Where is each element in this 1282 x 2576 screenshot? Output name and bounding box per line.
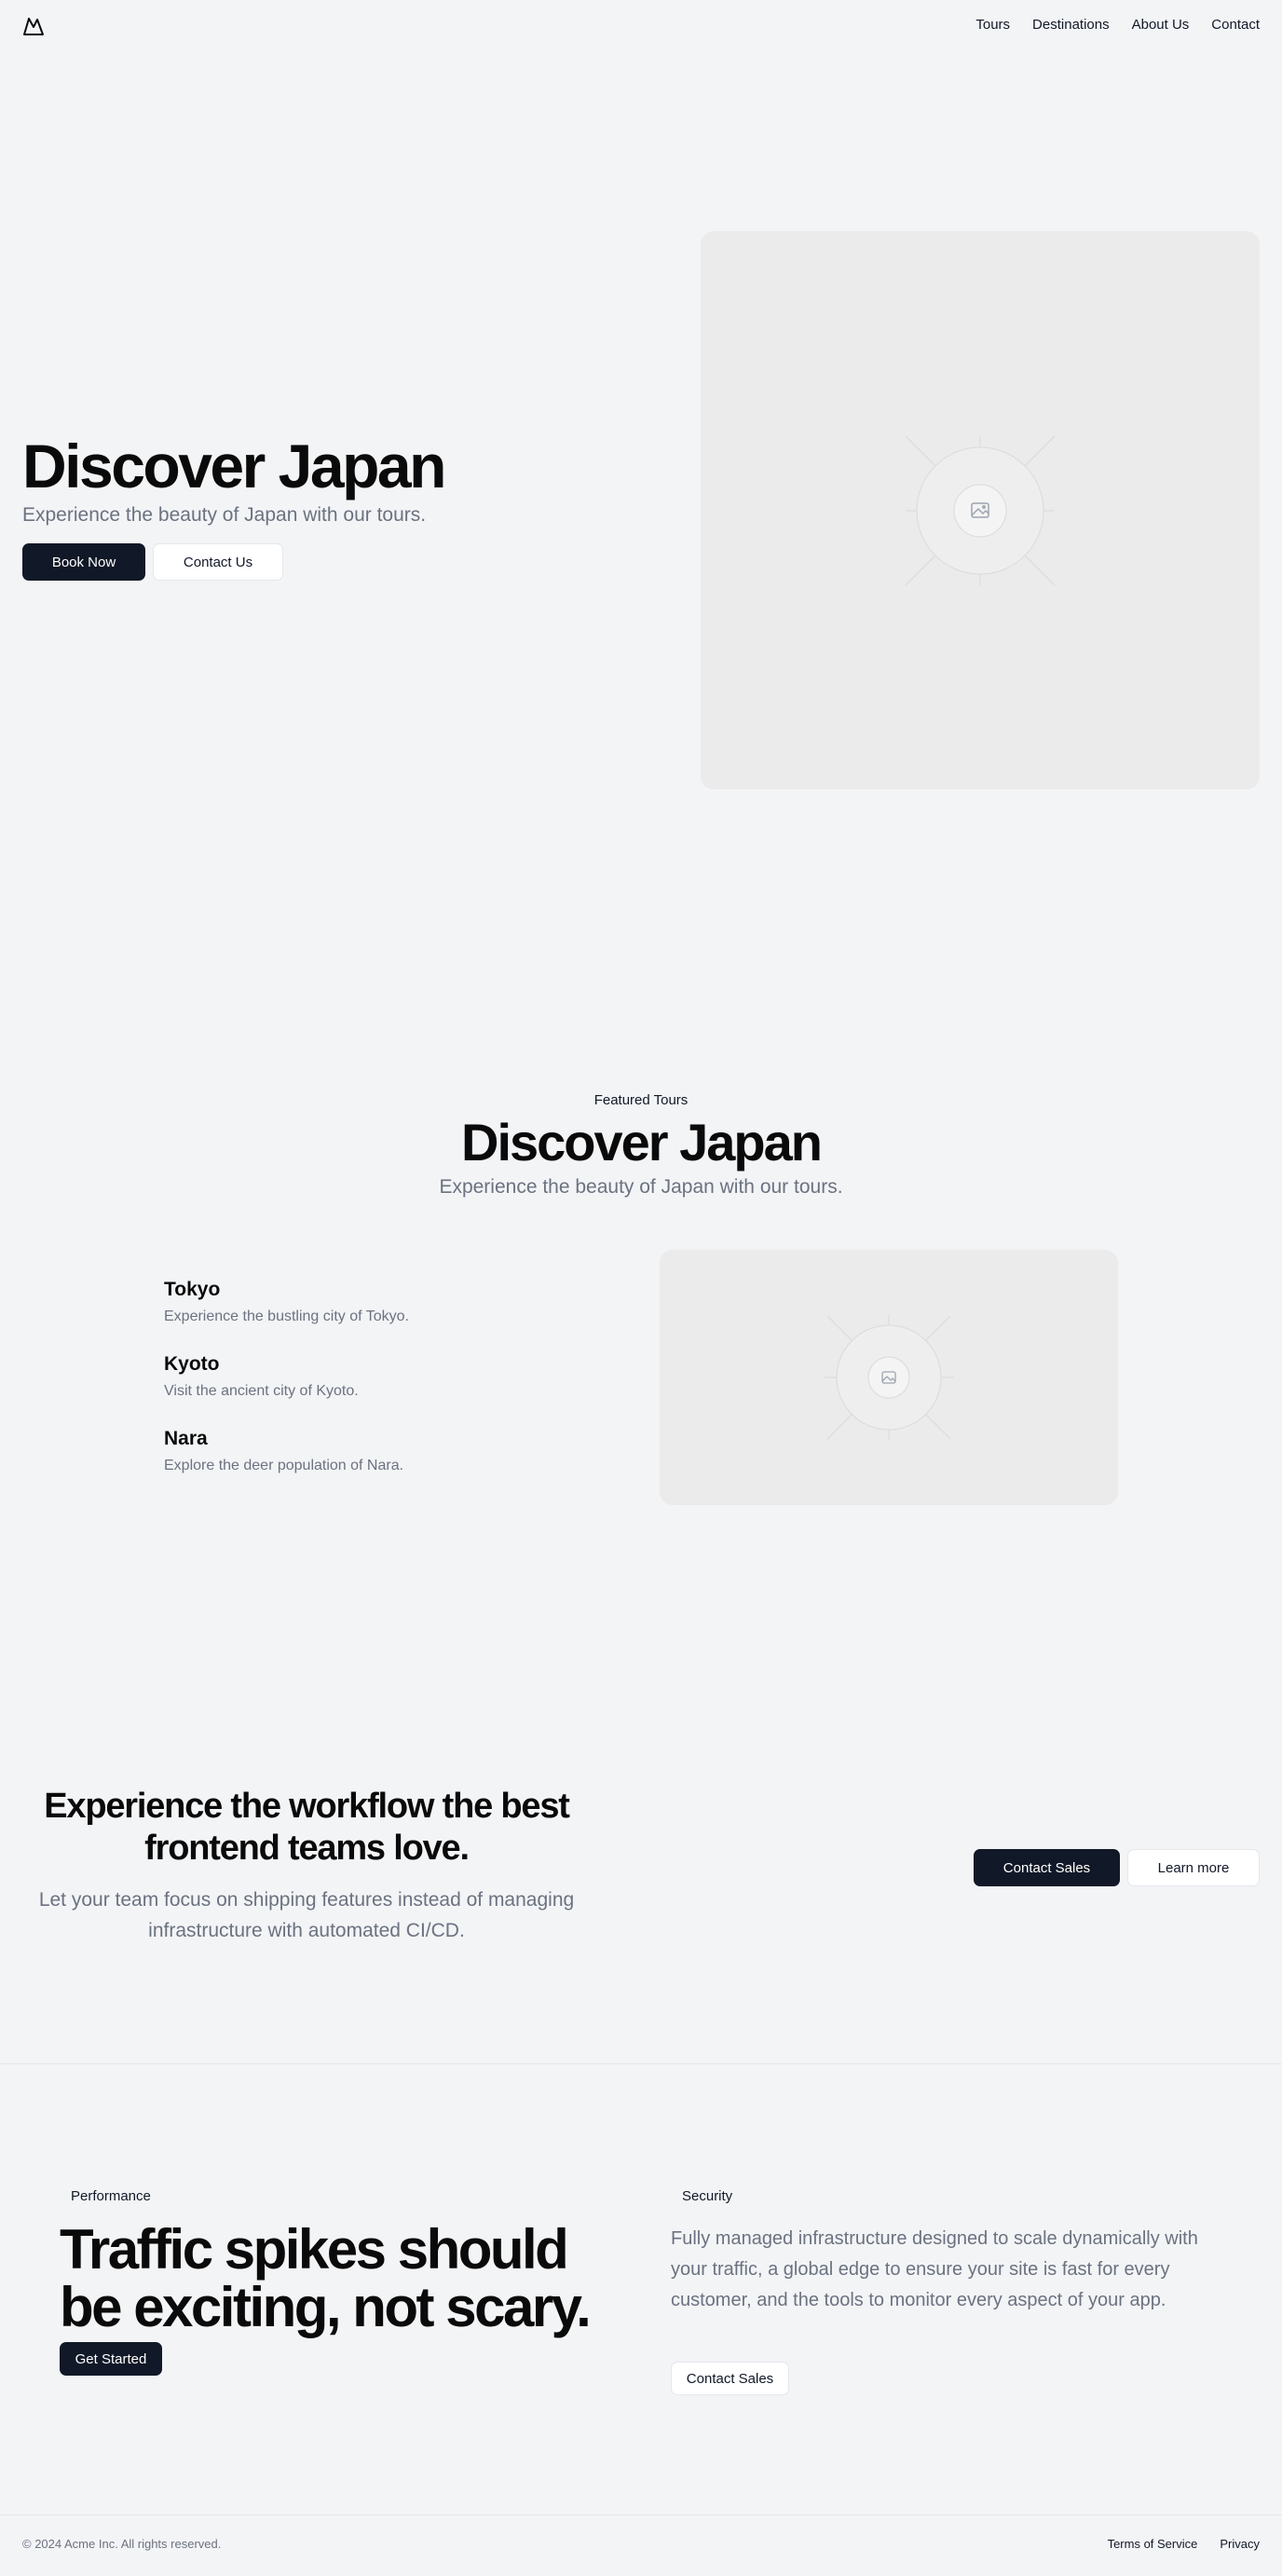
tour-name-nara: Nara bbox=[164, 1428, 208, 1449]
performance-label: Performance bbox=[71, 2188, 151, 2204]
cta-subtitle: Let your team focus on shipping features… bbox=[38, 1889, 575, 1941]
tour-desc-kyoto: Visit the ancient city of Kyoto. bbox=[164, 1383, 359, 1399]
nav-about-us[interactable]: About Us bbox=[1132, 17, 1190, 33]
nav-tours[interactable]: Tours bbox=[975, 17, 1010, 33]
section-divider bbox=[0, 2063, 1282, 2064]
image-placeholder-icon bbox=[905, 435, 1056, 586]
tour-name-tokyo: Tokyo bbox=[164, 1279, 221, 1300]
featured-image bbox=[660, 1250, 1118, 1505]
featured-eyebrow: Featured Tours bbox=[593, 1092, 689, 1108]
terms-of-service-link[interactable]: Terms of Service bbox=[1108, 2537, 1198, 2551]
security-contact-sales-button[interactable]: Contact Sales bbox=[671, 2362, 789, 2395]
cta-title: Experience the workflow the best fronten… bbox=[44, 1787, 570, 1868]
featured-title: Discover Japan bbox=[461, 1113, 823, 1172]
footer-divider bbox=[0, 2514, 1282, 2515]
footer-copyright: © 2024 Acme Inc. All rights reserved. bbox=[22, 2537, 222, 2551]
hero-subtitle: Experience the beauty of Japan with our … bbox=[22, 504, 427, 526]
tour-name-kyoto: Kyoto bbox=[164, 1353, 220, 1375]
main-nav: Tours Destinations About Us Contact bbox=[975, 17, 1260, 33]
contact-sales-button[interactable]: Contact Sales bbox=[974, 1849, 1120, 1886]
tour-desc-tokyo: Experience the bustling city of Tokyo. bbox=[164, 1309, 409, 1324]
security-text: Fully managed infrastructure designed to… bbox=[671, 2228, 1198, 2310]
get-started-button[interactable]: Get Started bbox=[60, 2342, 162, 2376]
featured-subtitle: Experience the beauty of Japan with our … bbox=[439, 1176, 843, 1198]
privacy-link[interactable]: Privacy bbox=[1220, 2537, 1260, 2551]
tour-desc-nara: Explore the deer population of Nara. bbox=[164, 1458, 404, 1473]
book-now-button[interactable]: Book Now bbox=[22, 543, 145, 581]
hero-image bbox=[701, 231, 1260, 789]
hero-title: Discover Japan bbox=[22, 432, 446, 500]
security-label: Security bbox=[682, 2188, 733, 2204]
contact-us-button[interactable]: Contact Us bbox=[153, 543, 283, 581]
learn-more-button[interactable]: Learn more bbox=[1127, 1849, 1260, 1886]
performance-title: Traffic spikes should be exciting, not s… bbox=[60, 2218, 592, 2338]
nav-destinations[interactable]: Destinations bbox=[1032, 17, 1110, 33]
footer-links: Terms of Service Privacy bbox=[1108, 2537, 1260, 2551]
mountain-icon[interactable] bbox=[22, 15, 45, 37]
nav-contact[interactable]: Contact bbox=[1211, 17, 1260, 33]
image-placeholder-icon bbox=[824, 1315, 954, 1440]
